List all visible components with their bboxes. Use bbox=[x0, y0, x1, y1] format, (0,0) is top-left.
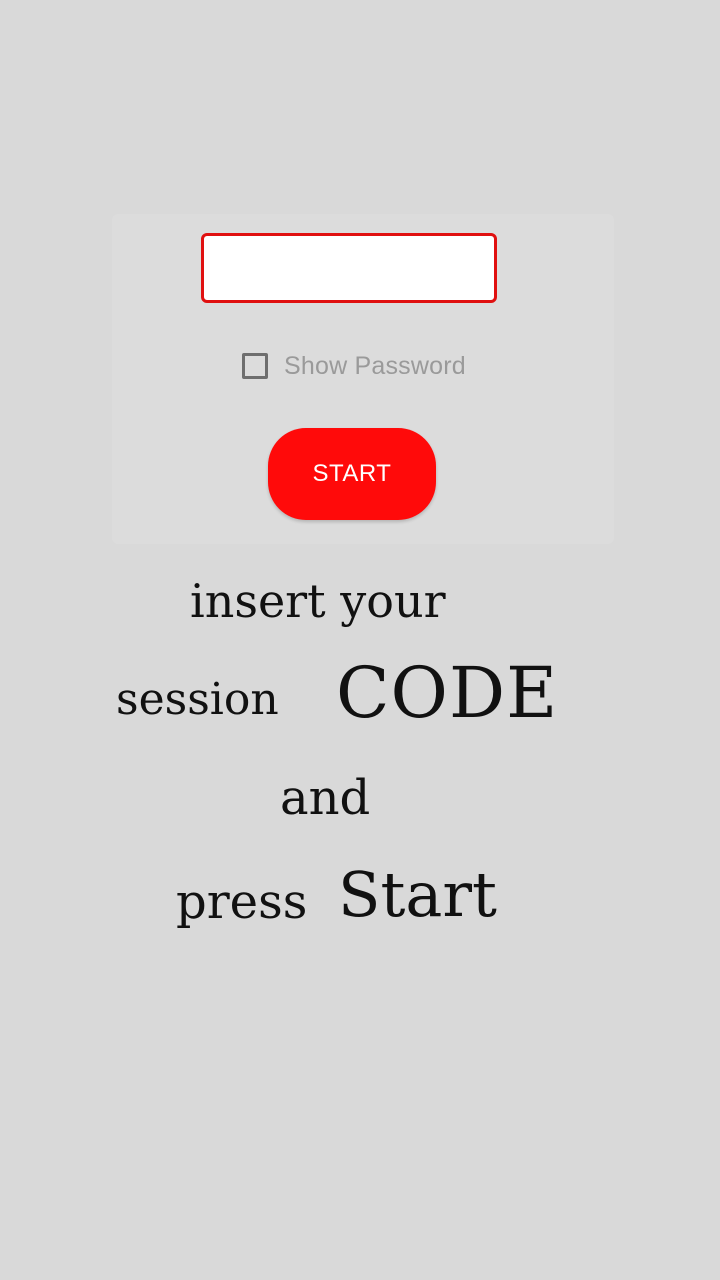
instruction-line-4-press: press bbox=[176, 874, 308, 930]
instruction-line-3: and bbox=[280, 770, 371, 826]
session-code-input[interactable] bbox=[201, 233, 497, 303]
start-button[interactable]: START bbox=[268, 428, 436, 520]
show-password-checkbox[interactable] bbox=[242, 353, 268, 379]
app-screen: Show Password START insert your session … bbox=[0, 0, 720, 1280]
instruction-line-1: insert your bbox=[190, 574, 446, 628]
instruction-line-2-code: CODE bbox=[336, 652, 559, 734]
instruction-line-2-session: session bbox=[116, 674, 279, 725]
instruction-line-4-start: Start bbox=[338, 858, 497, 931]
show-password-label: Show Password bbox=[284, 351, 466, 380]
login-panel: Show Password START bbox=[112, 214, 614, 544]
show-password-toggle[interactable]: Show Password bbox=[242, 348, 466, 384]
